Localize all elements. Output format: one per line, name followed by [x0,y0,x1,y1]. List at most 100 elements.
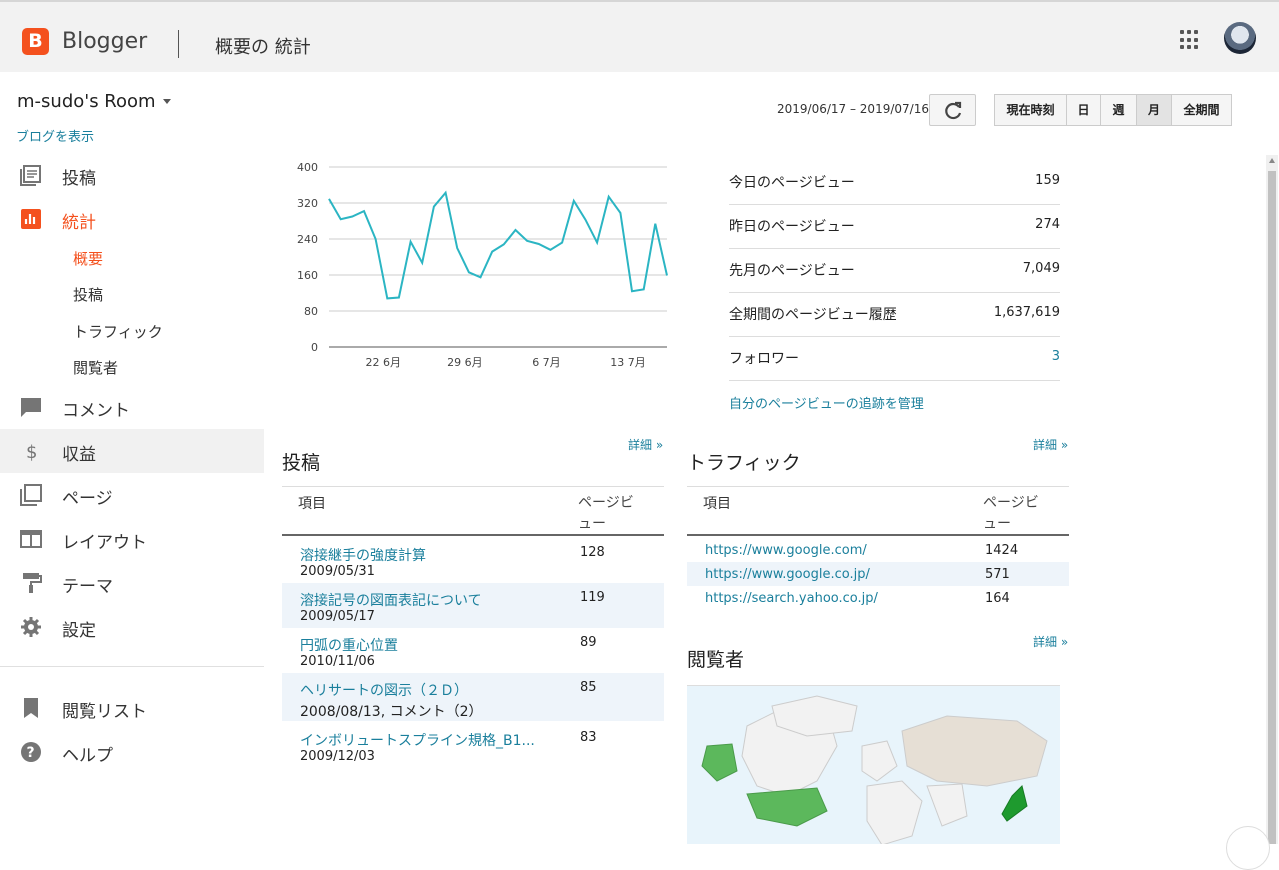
sidebar-item-theme[interactable]: テーマ [0,561,264,605]
table-row: https://search.yahoo.co.jp/ 164 [687,586,1069,610]
followers-link[interactable]: 3 [1052,349,1060,364]
y-tick-label: 0 [311,341,318,354]
page-title: 概要の 統計 [215,33,311,59]
view-blog-link[interactable]: ブログを表示 [16,126,94,145]
sidebar-subitem-posts[interactable]: 投稿 [73,284,103,305]
range-all-button[interactable]: 全期間 [1171,94,1232,126]
svg-text:$: $ [26,442,37,462]
post-link[interactable]: 円弧の重心位置 [300,635,398,655]
range-now-button[interactable]: 現在時刻 [994,94,1067,126]
stat-label: 今日のページビュー [729,172,855,192]
top-bar: B Blogger 概要の 統計 [0,0,1279,72]
stat-row-all-time: 全期間のページビュー履歴 1,637,619 [729,293,1060,337]
audience-section-title: 閲覧者 [687,645,744,672]
post-date: 2009/05/31 [300,564,375,579]
stat-value: 7,049 [1023,261,1060,276]
sidebar-item-label: 設定 [62,616,96,641]
blog-selector[interactable]: m-sudo's Room [17,91,156,112]
column-header-item: 項目 [703,493,731,513]
table-row: ヘリサートの図示（２Ｄ） 2008/08/13, コメント（2） 85 [282,673,664,721]
paint-roller-icon [20,572,42,594]
table-header: 項目 ページビュー [687,486,1069,536]
chevron-down-icon[interactable] [163,99,171,104]
sidebar-item-stats[interactable]: 統計 [0,197,264,241]
header-divider [178,30,179,58]
sidebar-item-pages[interactable]: ページ [0,473,264,517]
range-day-button[interactable]: 日 [1066,94,1101,126]
comment-icon [20,396,42,418]
date-range: 2019/06/17 – 2019/07/16 [777,102,929,116]
manage-tracking-link[interactable]: 自分のページビューの追跡を管理 [729,393,924,412]
scroll-up-icon[interactable] [1269,158,1275,163]
sidebar-subitem-overview[interactable]: 概要 [73,248,103,269]
sidebar-item-label: 収益 [62,440,96,465]
refresh-button[interactable] [929,94,976,126]
stat-row-followers: フォロワー 3 [729,337,1060,381]
sidebar-item-layout[interactable]: レイアウト [0,517,264,561]
scrollbar-thumb[interactable] [1268,171,1276,844]
stats-icon [20,208,42,230]
post-date: 2008/08/13, コメント（2） [300,701,483,721]
audience-detail-link[interactable]: 詳細 » [1033,633,1068,650]
stat-label: 先月のページビュー [729,260,855,280]
stat-row-last-month: 先月のページビュー 7,049 [729,249,1060,293]
stat-label: 昨日のページビュー [729,216,855,236]
table-row: https://www.google.co.jp/ 571 [687,562,1069,586]
stat-label: 全期間のページビュー履歴 [729,304,897,324]
traffic-source-link[interactable]: https://www.google.co.jp/ [705,567,870,582]
x-tick-label: 6 7月 [532,356,561,369]
sidebar-item-label: レイアウト [62,528,147,553]
account-avatar[interactable] [1224,22,1256,54]
pageviews-chart: 08016024032040022 6月29 6月6 7月13 7月 [282,150,682,380]
sidebar-item-label: 投稿 [62,164,96,189]
apps-grid-icon[interactable] [1180,30,1200,50]
post-link[interactable]: 溶接記号の図面表記について [300,590,482,610]
column-header-views: ページビュー [578,493,640,535]
svg-text:?: ? [27,745,35,761]
world-map[interactable] [687,685,1060,844]
brand-name[interactable]: Blogger [62,29,147,54]
column-header-views: ページビュー [983,493,1045,535]
stat-value: 159 [1035,173,1060,188]
column-header-item: 項目 [298,493,326,513]
stat-value: 274 [1035,217,1060,232]
stat-value: 1,637,619 [994,305,1060,320]
table-row: インボリュートスプライン規格_B1... 2009/12/03 83 [282,723,664,768]
sidebar-item-help[interactable]: ? ヘルプ [0,730,264,774]
post-views: 128 [580,545,605,560]
post-link[interactable]: 溶接継手の強度計算 [300,545,426,565]
sidebar-subitem-traffic[interactable]: トラフィック [73,321,163,342]
sidebar-subitem-audience[interactable]: 閲覧者 [73,357,118,378]
traffic-source-link[interactable]: https://www.google.com/ [705,543,867,558]
traffic-views: 164 [985,591,1010,606]
sidebar-item-comments[interactable]: コメント [0,385,264,429]
stat-label: フォロワー [729,348,799,368]
x-tick-label: 22 6月 [366,356,402,369]
traffic-source-link[interactable]: https://search.yahoo.co.jp/ [705,591,878,606]
sidebar-item-reading-list[interactable]: 閲覧リスト [0,686,264,730]
blogger-logo-icon[interactable]: B [22,28,49,55]
sidebar-item-label: ヘルプ [62,741,113,766]
range-week-button[interactable]: 週 [1100,94,1137,126]
table-row: 円弧の重心位置 2010/11/06 89 [282,628,664,673]
page-scrollbar[interactable] [1266,155,1278,844]
sidebar-item-label: 閲覧リスト [62,697,147,722]
layout-icon [20,528,42,550]
post-views: 83 [580,730,597,745]
posts-detail-link[interactable]: 詳細 » [628,436,663,453]
sidebar-item-settings[interactable]: 設定 [0,605,264,649]
posts-section-title: 投稿 [282,448,320,475]
sidebar-item-posts[interactable]: 投稿 [0,153,264,197]
post-link[interactable]: インボリュートスプライン規格_B1... [300,730,535,750]
post-date: 2009/12/03 [300,749,375,764]
sidebar-item-earnings[interactable]: $ 収益 [0,429,264,473]
dollar-icon: $ [20,440,42,462]
traffic-views: 571 [985,567,1010,582]
table-header: 項目 ページビュー [282,486,664,536]
x-tick-label: 29 6月 [447,356,483,369]
traffic-detail-link[interactable]: 詳細 » [1033,436,1068,453]
sidebar-divider [0,666,264,667]
post-link[interactable]: ヘリサートの図示（２Ｄ） [300,680,468,700]
floating-button[interactable] [1226,826,1270,870]
range-month-button[interactable]: 月 [1136,94,1172,126]
